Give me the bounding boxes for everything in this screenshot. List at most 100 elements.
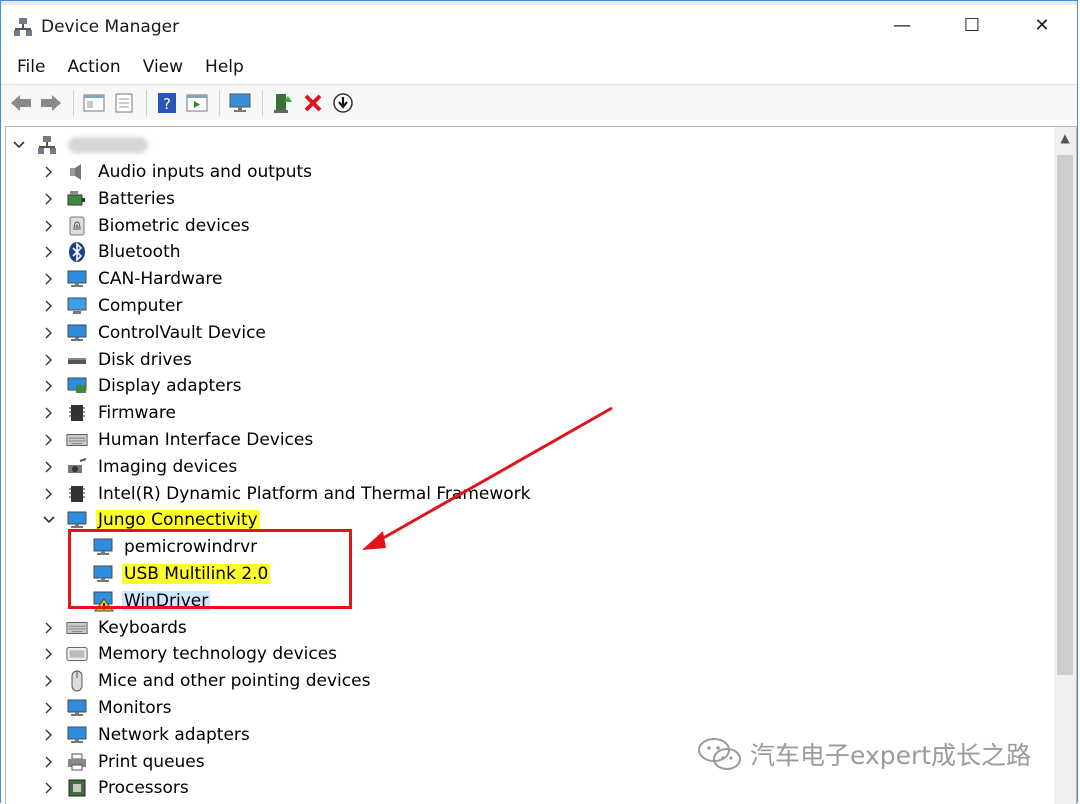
tree-item-label: Batteries: [98, 188, 175, 209]
chevron-right-icon[interactable]: [42, 728, 56, 742]
chevron-right-icon[interactable]: [42, 299, 56, 313]
chevron-down-icon[interactable]: [42, 513, 56, 527]
menu-file[interactable]: File: [9, 57, 53, 77]
close-button[interactable]: ✕: [1007, 5, 1077, 45]
chevron-right-icon[interactable]: [42, 326, 56, 340]
minimize-button[interactable]: —: [867, 5, 937, 45]
tree-item-label: Monitors: [98, 697, 172, 718]
minimize-icon: —: [893, 14, 911, 36]
back-button[interactable]: [7, 89, 35, 117]
scroll-up-arrow-icon[interactable]: ▲: [1054, 127, 1076, 149]
chevron-right-icon[interactable]: [42, 781, 56, 795]
category-item[interactable]: Jungo Connectivity: [42, 506, 260, 533]
category-item[interactable]: Print queues: [42, 748, 207, 775]
chevron-down-icon[interactable]: [12, 138, 26, 152]
menu-action[interactable]: Action: [59, 57, 128, 77]
chevron-right-icon[interactable]: [42, 701, 56, 715]
vertical-scrollbar[interactable]: ▲: [1054, 127, 1076, 804]
scan-hardware-button[interactable]: [226, 89, 254, 117]
category-item[interactable]: Human Interface Devices: [42, 426, 315, 453]
category-item[interactable]: Monitors: [42, 694, 173, 721]
chevron-right-icon[interactable]: [42, 165, 56, 179]
chevron-right-icon[interactable]: [42, 406, 56, 420]
device-item[interactable]: WinDriver: [92, 587, 211, 614]
category-item[interactable]: Display adapters: [42, 372, 243, 399]
chevron-right-icon[interactable]: [42, 245, 56, 259]
device-item[interactable]: USB Multilink 2.0: [92, 560, 271, 587]
close-icon: ✕: [1034, 14, 1050, 36]
title-bar[interactable]: Device Manager — ☐ ✕: [1, 5, 1077, 49]
tree-item-label: Disk drives: [98, 349, 192, 370]
category-item[interactable]: Bluetooth: [42, 238, 183, 265]
category-item[interactable]: Keyboards: [42, 614, 189, 641]
run-button[interactable]: [183, 89, 211, 117]
install-button[interactable]: [329, 89, 357, 117]
menu-bar: File Action View Help: [1, 51, 1077, 83]
category-item[interactable]: CAN-Hardware: [42, 265, 224, 292]
category-item[interactable]: Computer: [42, 292, 185, 319]
tree-root[interactable]: [12, 131, 148, 158]
monitor-icon: [92, 536, 114, 558]
show-hide-tree-button[interactable]: [80, 89, 108, 117]
tree-item-label: WinDriver: [122, 590, 211, 611]
chevron-right-icon[interactable]: [42, 433, 56, 447]
chevron-right-icon[interactable]: [42, 192, 56, 206]
category-item[interactable]: ControlVault Device: [42, 319, 268, 346]
forward-button[interactable]: [37, 89, 65, 117]
tree-item-label: Audio inputs and outputs: [98, 161, 313, 182]
category-item[interactable]: Firmware: [42, 399, 178, 426]
category-item[interactable]: Imaging devices: [42, 453, 239, 480]
scroll-thumb[interactable]: [1057, 155, 1073, 675]
fingerprint-icon: [66, 215, 88, 237]
menu-view[interactable]: View: [135, 57, 191, 77]
maximize-icon: ☐: [963, 14, 981, 36]
chevron-right-icon[interactable]: [42, 219, 56, 233]
category-item[interactable]: Intel(R) Dynamic Platform and Thermal Fr…: [42, 480, 533, 507]
tree-item-label: Jungo Connectivity: [96, 509, 260, 530]
device-tree[interactable]: Audio inputs and outputs Batteries Biometr…: [5, 126, 1077, 804]
chevron-right-icon[interactable]: [42, 272, 56, 286]
chevron-right-icon[interactable]: [42, 674, 56, 688]
tree-item-label: Imaging devices: [98, 456, 238, 477]
window-title: Device Manager: [41, 17, 180, 37]
speaker-icon: [66, 161, 88, 183]
category-item[interactable]: Memory technology devices: [42, 640, 339, 667]
category-item[interactable]: Network adapters: [42, 721, 252, 748]
category-item[interactable]: Audio inputs and outputs: [42, 158, 314, 185]
install-arrow-icon: [333, 92, 353, 113]
tree-item-label: Mice and other pointing devices: [98, 670, 371, 691]
category-item[interactable]: Disk drives: [42, 346, 194, 373]
update-driver-button[interactable]: [269, 89, 297, 117]
category-item[interactable]: Biometric devices: [42, 212, 252, 239]
memory-icon: [66, 643, 88, 665]
chevron-right-icon[interactable]: [42, 353, 56, 367]
tree-item-label: Processors: [98, 777, 189, 798]
monitor-icon: [66, 697, 88, 719]
keyboard-icon: [66, 429, 88, 451]
chevron-right-icon[interactable]: [42, 755, 56, 769]
chevron-right-icon[interactable]: [42, 379, 56, 393]
maximize-button[interactable]: ☐: [937, 5, 1007, 45]
properties-button[interactable]: [110, 89, 138, 117]
toolbar-separator: [146, 89, 147, 116]
device-item[interactable]: pemicrowindrvr: [92, 533, 259, 560]
mouse-icon: [66, 670, 88, 692]
category-item[interactable]: Batteries: [42, 185, 177, 212]
tree-item-label: CAN-Hardware: [98, 268, 223, 289]
chevron-right-icon[interactable]: [42, 621, 56, 635]
chevron-right-icon[interactable]: [42, 460, 56, 474]
chevron-right-icon[interactable]: [42, 647, 56, 661]
help-button[interactable]: ?: [153, 89, 181, 117]
disk-icon: [66, 349, 88, 371]
menu-help[interactable]: Help: [197, 57, 252, 77]
camera-icon: [66, 456, 88, 478]
toolbar-separator: [73, 89, 74, 116]
chevron-right-icon[interactable]: [42, 487, 56, 501]
chip-icon: [66, 402, 88, 424]
uninstall-button[interactable]: [299, 89, 327, 117]
category-item[interactable]: Processors: [42, 774, 191, 801]
category-item[interactable]: Mice and other pointing devices: [42, 667, 372, 694]
uninstall-icon: [304, 94, 322, 111]
svg-text:?: ?: [163, 95, 171, 113]
computer-network-icon: [36, 134, 58, 156]
